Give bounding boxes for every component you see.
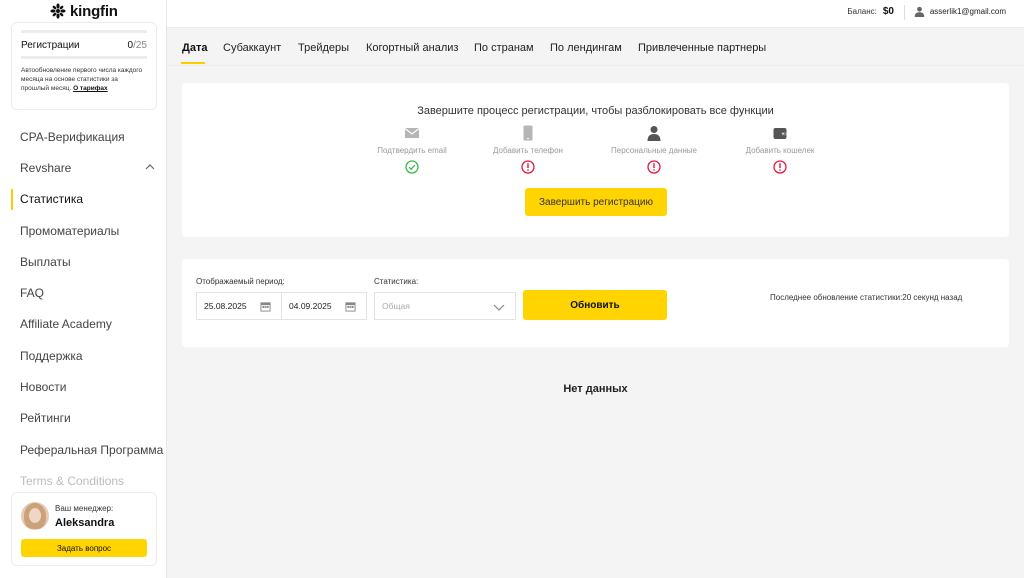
statistics-selected-value: Общая xyxy=(382,301,410,311)
tab-traders[interactable]: Трейдеры xyxy=(298,42,349,54)
card-divider xyxy=(21,30,147,33)
person-icon xyxy=(647,126,661,141)
statistics-select[interactable]: Общая xyxy=(374,292,516,320)
phone-icon xyxy=(523,125,533,141)
check-circle-icon xyxy=(405,160,419,174)
wallet-icon xyxy=(773,128,787,139)
sidebar-item-faq[interactable]: FAQ xyxy=(0,277,167,308)
sidebar-item-statistics[interactable]: Статистика xyxy=(0,184,167,215)
manager-name: Aleksandra xyxy=(55,517,115,529)
tab-referred-partners[interactable]: Привлеченные партнеры xyxy=(638,42,766,54)
tab-bar: Дата Субаккаунт Трейдеры Когортный анали… xyxy=(167,28,1024,66)
manager-card: Ваш менеджер: Aleksandra Задать вопрос xyxy=(11,492,157,566)
user-email: asserlik1@gmail.com xyxy=(929,7,1006,16)
step-add-wallet[interactable]: Добавить кошелек xyxy=(710,125,850,174)
sidebar-item-revshare[interactable]: Revshare xyxy=(0,152,167,183)
active-tab-indicator xyxy=(181,62,205,64)
registration-title: Завершите процесс регистрации, чтобы раз… xyxy=(417,105,774,117)
refresh-button[interactable]: Обновить xyxy=(523,290,667,320)
sidebar-item-news[interactable]: Новости xyxy=(0,371,167,402)
sidebar-item-label: Рейтинги xyxy=(20,411,71,426)
user-menu[interactable]: asserlik1@gmail.com xyxy=(914,6,1006,17)
period-label: Отображаемый период: xyxy=(196,277,285,286)
registrations-total: /25 xyxy=(133,40,147,51)
chevron-up-icon[interactable] xyxy=(145,162,155,172)
balance-value: $0 xyxy=(882,6,894,17)
ask-question-button[interactable]: Задать вопрос xyxy=(21,539,147,557)
tab-cohort-analysis[interactable]: Когортный анализ xyxy=(366,42,458,54)
empty-state: Нет данных xyxy=(563,383,628,395)
envelope-icon xyxy=(404,128,420,138)
tariff-link[interactable]: О тарифах xyxy=(73,85,108,92)
date-from-value: 25.08.2025 xyxy=(204,301,247,311)
tab-date[interactable]: Дата xyxy=(182,42,207,54)
step-label: Добавить кошелек xyxy=(745,146,815,155)
top-bar: Баланс: $0 asserlik1@gmail.com xyxy=(167,0,1024,28)
sidebar-item-academy[interactable]: Affiliate Academy xyxy=(0,309,167,340)
tab-by-landing[interactable]: По лендингам xyxy=(550,42,622,54)
calendar-icon xyxy=(345,302,356,312)
finish-registration-button[interactable]: Завершить регистрацию xyxy=(525,188,667,216)
filter-panel: Отображаемый период: 25.08.2025 04.09.20… xyxy=(182,259,1009,347)
date-from-input[interactable]: 25.08.2025 xyxy=(196,292,282,320)
sidebar-item-label: Промоматериалы xyxy=(20,223,120,238)
sidebar-item-cpa-verification[interactable]: CPA-Верификация xyxy=(0,121,167,152)
brand-logo[interactable]: kingfin xyxy=(50,2,118,20)
calendar-icon xyxy=(260,302,271,312)
last-update-text: Последнее обновление статистики:20 секун… xyxy=(770,293,963,302)
alert-circle-icon xyxy=(647,160,661,174)
step-personal-data[interactable]: Персональные данные xyxy=(584,125,724,174)
registration-panel: Завершите процесс регистрации, чтобы раз… xyxy=(182,83,1009,237)
registrations-count: 0/25 xyxy=(128,40,147,51)
sidebar-item-label: Новости xyxy=(20,380,67,395)
balance: Баланс: $0 xyxy=(847,6,894,17)
statistics-label: Статистика: xyxy=(374,277,419,286)
brand-name: kingfin xyxy=(70,2,118,20)
user-icon xyxy=(914,6,925,17)
top-divider xyxy=(904,5,905,20)
sidebar-nav: CPA-Верификация Revshare Статистика Пром… xyxy=(0,121,167,497)
sidebar-item-support[interactable]: Поддержка xyxy=(0,340,167,371)
manager-label: Ваш менеджер: xyxy=(55,504,114,513)
balance-label: Баланс: xyxy=(847,7,877,16)
sidebar-item-label: CPA-Верификация xyxy=(20,129,125,144)
sidebar-item-label: Terms & Conditions xyxy=(20,473,125,488)
sidebar-item-promo[interactable]: Промоматериалы xyxy=(0,215,167,246)
avatar xyxy=(21,502,49,530)
sidebar-item-label: Статистика xyxy=(20,192,84,207)
chevron-down-icon xyxy=(493,304,505,311)
sidebar-item-label: Revshare xyxy=(20,160,72,175)
date-to-input[interactable]: 04.09.2025 xyxy=(281,292,367,320)
alert-circle-icon xyxy=(521,160,535,174)
sidebar-item-label: Реферальная Программа xyxy=(20,442,164,457)
step-label: Персональные данные xyxy=(611,146,697,155)
sidebar-item-label: Поддержка xyxy=(20,348,83,363)
sidebar-item-ratings[interactable]: Рейтинги xyxy=(0,403,167,434)
date-to-value: 04.09.2025 xyxy=(289,301,332,311)
sidebar-item-referral[interactable]: Реферальная Программа xyxy=(0,434,167,465)
registrations-note: Автообновление первого числа каждого мес… xyxy=(21,66,147,93)
registrations-progress-bar xyxy=(21,56,147,59)
tab-subaccount[interactable]: Субаккаунт xyxy=(223,42,281,54)
sidebar-item-payouts[interactable]: Выплаты xyxy=(0,246,167,277)
registrations-label: Регистрации xyxy=(21,40,80,51)
kingfin-logo-icon xyxy=(50,3,66,19)
sidebar-item-label: Выплаты xyxy=(20,254,71,269)
registrations-card: Регистрации 0/25 Автообновление первого … xyxy=(11,22,157,110)
tab-by-country[interactable]: По странам xyxy=(474,42,534,54)
step-label: Добавить телефон xyxy=(493,146,563,155)
sidebar-item-label: FAQ xyxy=(20,286,45,301)
sidebar: kingfin Регистрации 0/25 Автообновление … xyxy=(0,0,167,578)
alert-circle-icon xyxy=(773,160,787,174)
sidebar-item-label: Affiliate Academy xyxy=(20,317,112,332)
step-add-phone[interactable]: Добавить телефон xyxy=(458,125,598,174)
